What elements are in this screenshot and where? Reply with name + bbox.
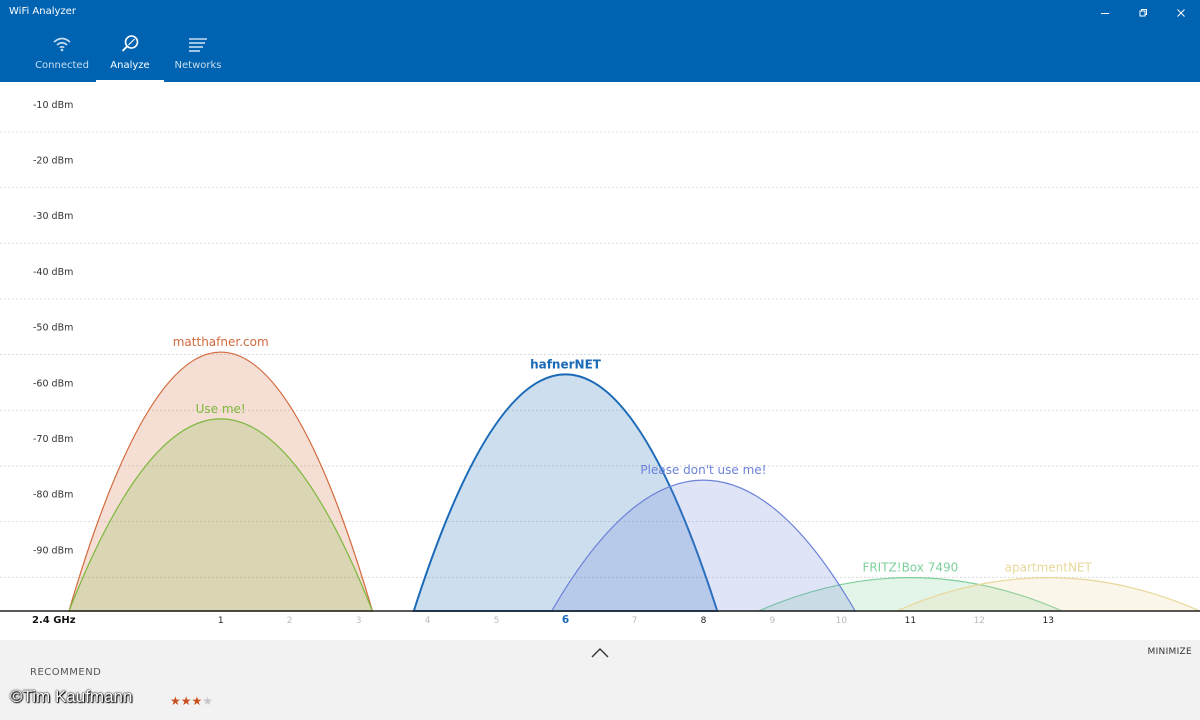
channel-tick-label: 5 xyxy=(494,616,500,626)
network-label: FRITZ!Box 7490 xyxy=(862,561,958,575)
network-label: Please don't use me! xyxy=(640,463,766,477)
rating-stars: ★★★★ xyxy=(170,694,213,708)
tab-label: Analyze xyxy=(110,60,150,71)
y-tick-label: -80 dBm xyxy=(33,490,73,501)
channel-tick-label: 9 xyxy=(770,616,776,626)
tab-connected[interactable]: Connected xyxy=(28,34,96,82)
channel-tick-label: 1 xyxy=(218,616,224,626)
tab-label: Networks xyxy=(174,60,222,71)
restore-icon xyxy=(1139,9,1147,17)
window-controls xyxy=(1086,0,1200,26)
chevron-up-icon[interactable] xyxy=(590,646,610,660)
tab-label: Connected xyxy=(35,60,89,71)
network-label: matthafner.com xyxy=(173,335,269,349)
channel-tick-label: 3 xyxy=(356,616,362,626)
minimize-icon xyxy=(1101,13,1109,14)
watermark: ©Tim Kaufmann xyxy=(10,687,133,706)
wifi-icon xyxy=(53,37,71,52)
band-label: 2.4 GHz xyxy=(32,615,76,626)
y-tick-label: -90 dBm xyxy=(33,545,73,556)
channel-tick-label: 11 xyxy=(905,616,916,626)
channel-axis: 2.4 GHz 1 2 3 4 5 6 7 8 9 10 11 12 13 xyxy=(0,610,1200,626)
network-label: hafnerNET xyxy=(530,357,602,371)
minimize-button[interactable]: MINIMIZE xyxy=(1148,647,1192,657)
close-icon xyxy=(1177,9,1185,17)
y-tick-label: -30 dBm xyxy=(33,211,73,222)
list-icon xyxy=(189,38,207,52)
y-tick-label: -20 dBm xyxy=(33,156,73,167)
star-empty-icon: ★ xyxy=(202,694,214,708)
channel-tick-label: 4 xyxy=(425,616,431,626)
star-filled-icon: ★ xyxy=(180,694,192,708)
y-tick-label: -40 dBm xyxy=(33,267,73,278)
y-tick-label: -50 dBm xyxy=(33,323,73,334)
y-tick-label: -10 dBm xyxy=(33,100,73,111)
star-filled-icon: ★ xyxy=(170,694,181,708)
analyze-icon xyxy=(121,35,139,52)
channel-tick-label: 13 xyxy=(1043,616,1054,626)
window-maximize-button[interactable] xyxy=(1124,0,1162,26)
channel-tick-label: 8 xyxy=(701,616,707,626)
tab-bar: Connected Analyze Networks xyxy=(28,34,232,82)
recommend-label: RECOMMEND xyxy=(30,667,102,678)
star-filled-icon: ★ xyxy=(191,694,203,708)
title-bar: WiFi Analyzer Connected Analyze Networks xyxy=(0,0,1200,82)
channel-chart: -10 dBm -20 dBm -30 dBm -40 dBm -50 dBm -60 d… xyxy=(0,100,1200,626)
network-label: apartmentNET xyxy=(1005,561,1093,575)
channel-tick-label: 10 xyxy=(836,616,848,626)
bottom-panel: MINIMIZE RECOMMEND ★★★★ ©Tim Kaufmann xyxy=(0,640,1200,720)
window-minimize-button[interactable] xyxy=(1086,0,1124,26)
channel-tick-label: 12 xyxy=(974,616,985,626)
window-close-button[interactable] xyxy=(1162,0,1200,26)
channel-tick-label: 2 xyxy=(287,616,293,626)
channel-tick-label: 7 xyxy=(632,616,638,626)
channel-tick-label: 6 xyxy=(562,614,569,626)
tab-networks[interactable]: Networks xyxy=(164,34,232,82)
network-curve[interactable] xyxy=(68,418,374,612)
tab-analyze[interactable]: Analyze xyxy=(96,34,164,82)
app-title: WiFi Analyzer xyxy=(9,6,76,17)
y-tick-label: -60 dBm xyxy=(33,378,73,389)
network-label: Use me! xyxy=(196,402,246,416)
y-tick-label: -70 dBm xyxy=(33,434,73,445)
